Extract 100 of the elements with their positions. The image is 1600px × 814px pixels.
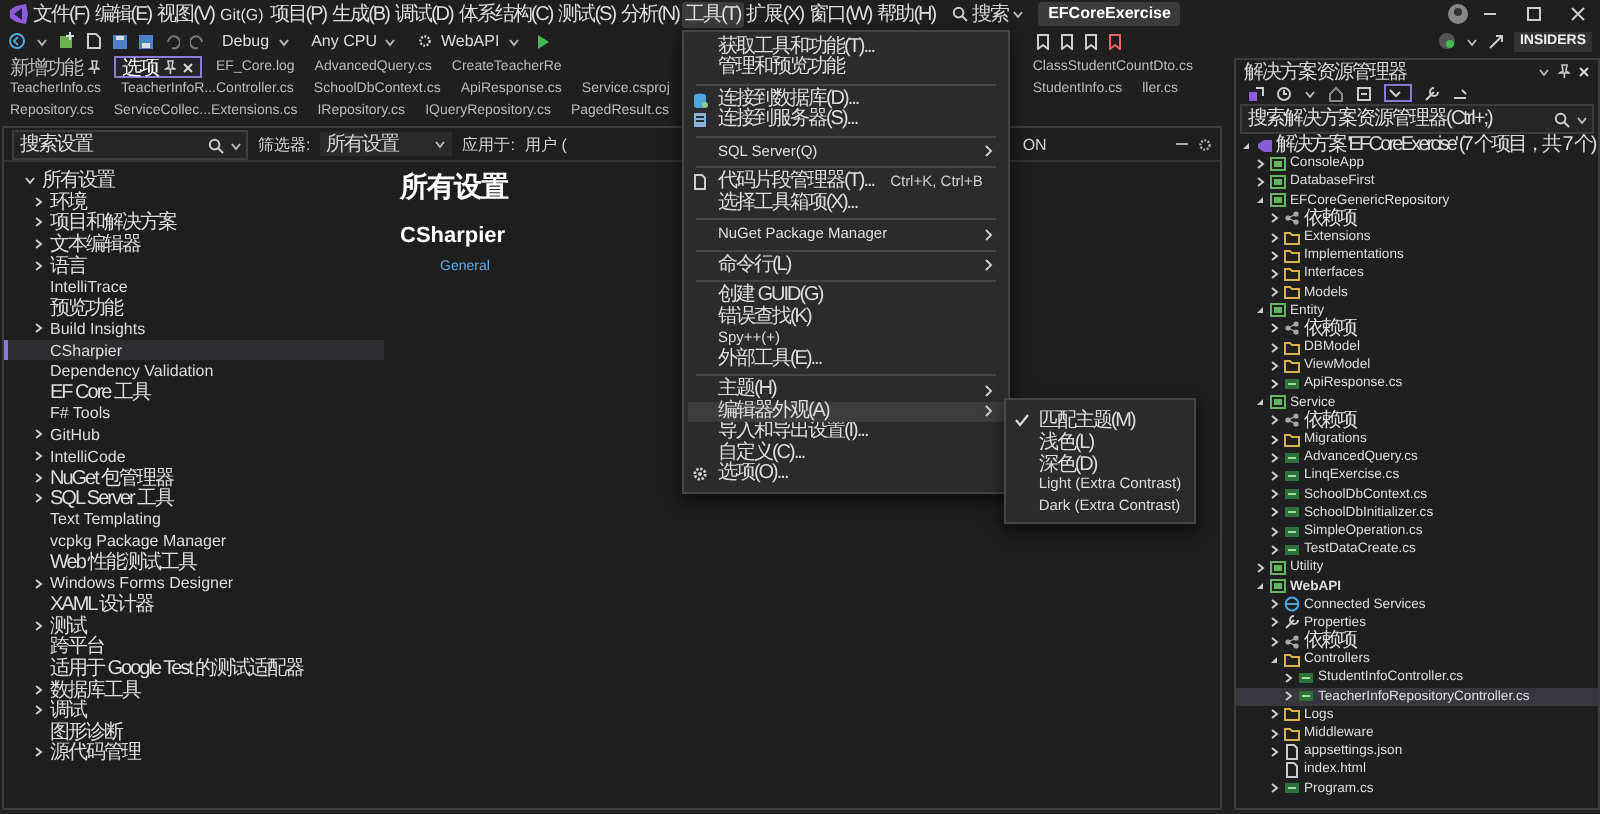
tree-item[interactable]: CSharpier (4, 339, 384, 361)
collapse-all-icon[interactable] (1356, 85, 1372, 101)
menu-item[interactable]: 体系结构(C) (455, 1, 556, 27)
bookmark-previous-icon[interactable] (1060, 33, 1075, 49)
back-icon[interactable] (8, 32, 26, 50)
close-icon[interactable] (1578, 65, 1590, 77)
bookmark-icon[interactable] (1036, 33, 1051, 49)
run-icon[interactable] (535, 33, 550, 49)
menu-item[interactable]: 窗口(W) (806, 1, 875, 27)
menu-item[interactable]: 选项(O)... (687, 464, 1005, 485)
tree-item[interactable]: 测试 (4, 614, 384, 637)
menu-item[interactable]: 工具(T) (681, 1, 744, 27)
tree-item[interactable]: Web 性能测试工具 (4, 551, 384, 573)
bookmark-next-icon[interactable] (1084, 33, 1099, 49)
menu-item[interactable]: 命令行(L) (687, 255, 1005, 276)
tree-item[interactable]: XAML 设计器 (4, 593, 384, 615)
tree-item[interactable]: 数据库工具 (4, 678, 384, 700)
search-field[interactable]: 搜索解决方案资源管理器(Ctrl+;) (1240, 104, 1594, 134)
tree-item[interactable]: NuGet 包管理器 (4, 466, 384, 488)
switch-views-icon[interactable] (1248, 85, 1264, 101)
new-project-icon[interactable] (58, 32, 76, 50)
tree-item[interactable]: 图形诊断 (4, 720, 384, 743)
menu-item[interactable]: 测试(S) (555, 1, 619, 27)
close-icon[interactable] (182, 61, 194, 73)
bookmark-clear-icon[interactable] (1108, 33, 1123, 49)
document-tab[interactable]: 新增功能 (4, 56, 106, 78)
tree-item[interactable]: 预览功能 (4, 297, 384, 319)
filter-dropdown[interactable]: 所有设置 (320, 132, 453, 156)
tree-item[interactable]: Windows Forms Designer (4, 572, 384, 594)
undo-icon[interactable] (164, 33, 180, 49)
menu-item[interactable]: 编辑器外观(A) (687, 401, 1005, 422)
pin-icon[interactable] (164, 60, 176, 74)
menu-item[interactable]: 主题(H) (687, 380, 1005, 401)
startup-project-dropdown[interactable]: WebAPI (412, 30, 526, 52)
tree-item[interactable]: Text Templating (4, 509, 384, 531)
tree-item[interactable]: 文本编辑器 (4, 233, 384, 255)
pin-icon[interactable] (88, 60, 100, 74)
tree-item[interactable]: IntelliCode (4, 445, 384, 467)
tree-item[interactable]: F# Tools (4, 403, 384, 425)
menu-item[interactable]: 编辑(E) (91, 1, 155, 27)
wrench-icon[interactable] (1424, 85, 1440, 101)
tree-item[interactable]: 依赖项 (1236, 411, 1598, 430)
extension-icon[interactable] (1437, 32, 1456, 50)
search-box[interactable]: 搜索 (946, 2, 1031, 26)
tree-item[interactable]: 跨平台 (4, 636, 384, 658)
scope-value[interactable]: 用户 ( (524, 133, 567, 155)
tree-item[interactable]: 源代码管理 (4, 742, 384, 764)
collapse-arrow-icon[interactable] (1254, 304, 1266, 317)
collapse-arrow-icon[interactable] (1254, 396, 1266, 409)
tree-item[interactable]: 环境 (4, 191, 384, 213)
menu-item[interactable]: 扩展(X) (743, 1, 807, 27)
collapse-arrow-icon[interactable] (1254, 580, 1266, 593)
save-all-icon[interactable] (138, 33, 154, 49)
menu-item[interactable]: 创建 GUID(G) (687, 286, 1005, 307)
tree-item[interactable]: Dependency Validation (4, 360, 384, 382)
avatar-icon[interactable] (1448, 4, 1468, 24)
menu-item[interactable]: 调试(D) (391, 1, 456, 27)
share-icon[interactable] (1487, 33, 1504, 49)
redo-icon[interactable] (190, 33, 206, 49)
tree-item[interactable]: 适用于 Google Test 的测试适配器 (4, 657, 384, 679)
menu-item[interactable]: 管理和预览功能 (687, 58, 1005, 79)
collapse-arrow-icon[interactable] (1240, 139, 1252, 152)
menu-item[interactable]: 匹配主题(M) (1010, 405, 1190, 427)
menu-item[interactable]: 项目(P) (266, 1, 330, 27)
platform-dropdown[interactable]: Any CPU (305, 30, 403, 52)
tree-item[interactable]: Build Insights (4, 318, 384, 340)
menu-item[interactable]: 连接到数据库(D)... (687, 89, 1005, 110)
menu-item[interactable]: 视图(V) (154, 1, 217, 27)
tree-item[interactable]: EF Core 工具 (4, 381, 384, 404)
collapse-arrow-icon[interactable] (1254, 194, 1266, 207)
menu-item[interactable]: 连接到服务器(S)... (687, 110, 1005, 131)
open-file-icon[interactable] (86, 32, 102, 50)
menu-item[interactable]: 选择工具箱项(X)... (687, 193, 1005, 214)
menu-item[interactable]: 获取工具和功能(T)... (687, 37, 1005, 58)
pin-icon[interactable] (1558, 64, 1570, 78)
save-icon[interactable] (112, 33, 128, 49)
menu-item[interactable]: 生成(B) (329, 1, 392, 27)
tree-item[interactable]: vcpkg Package Manager (4, 530, 384, 552)
menu-item[interactable]: 自定义(C)... (687, 443, 1005, 464)
tree-item[interactable]: GitHub (4, 424, 384, 446)
tree-item[interactable]: SQL Server 工具 (4, 487, 384, 509)
menu-item[interactable]: 帮助(H) (874, 1, 939, 27)
history-icon[interactable] (1276, 85, 1292, 101)
document-tab[interactable]: 选项 (114, 56, 202, 78)
collapse-arrow-icon[interactable] (1268, 653, 1280, 666)
menu-item[interactable]: 外部工具(E)... (687, 349, 1005, 370)
tree-item[interactable]: 依赖项 (1236, 209, 1598, 228)
configuration-dropdown[interactable]: Debug (216, 30, 296, 52)
tree-item[interactable]: IntelliTrace (4, 275, 384, 298)
tree-item[interactable]: 调试 (4, 699, 384, 721)
search-field[interactable]: 搜索设置 (12, 129, 248, 159)
settings-icon[interactable] (1198, 137, 1212, 151)
tree-item[interactable]: 语言 (4, 254, 384, 276)
menu-item[interactable]: 分析(N) (618, 1, 682, 27)
tree-item[interactable]: 解决方案 'EFCoreExercise' (7 个项目，共 7 个) (1236, 136, 1598, 155)
menu-item[interactable]: Git(G) (216, 1, 267, 27)
tree-item[interactable]: 项目和解决方案 (4, 212, 384, 234)
tree-item[interactable]: 依赖项 (1236, 632, 1598, 651)
minimize-icon[interactable] (1176, 138, 1188, 150)
menu-item[interactable]: 错误查找(K) (687, 307, 1005, 328)
